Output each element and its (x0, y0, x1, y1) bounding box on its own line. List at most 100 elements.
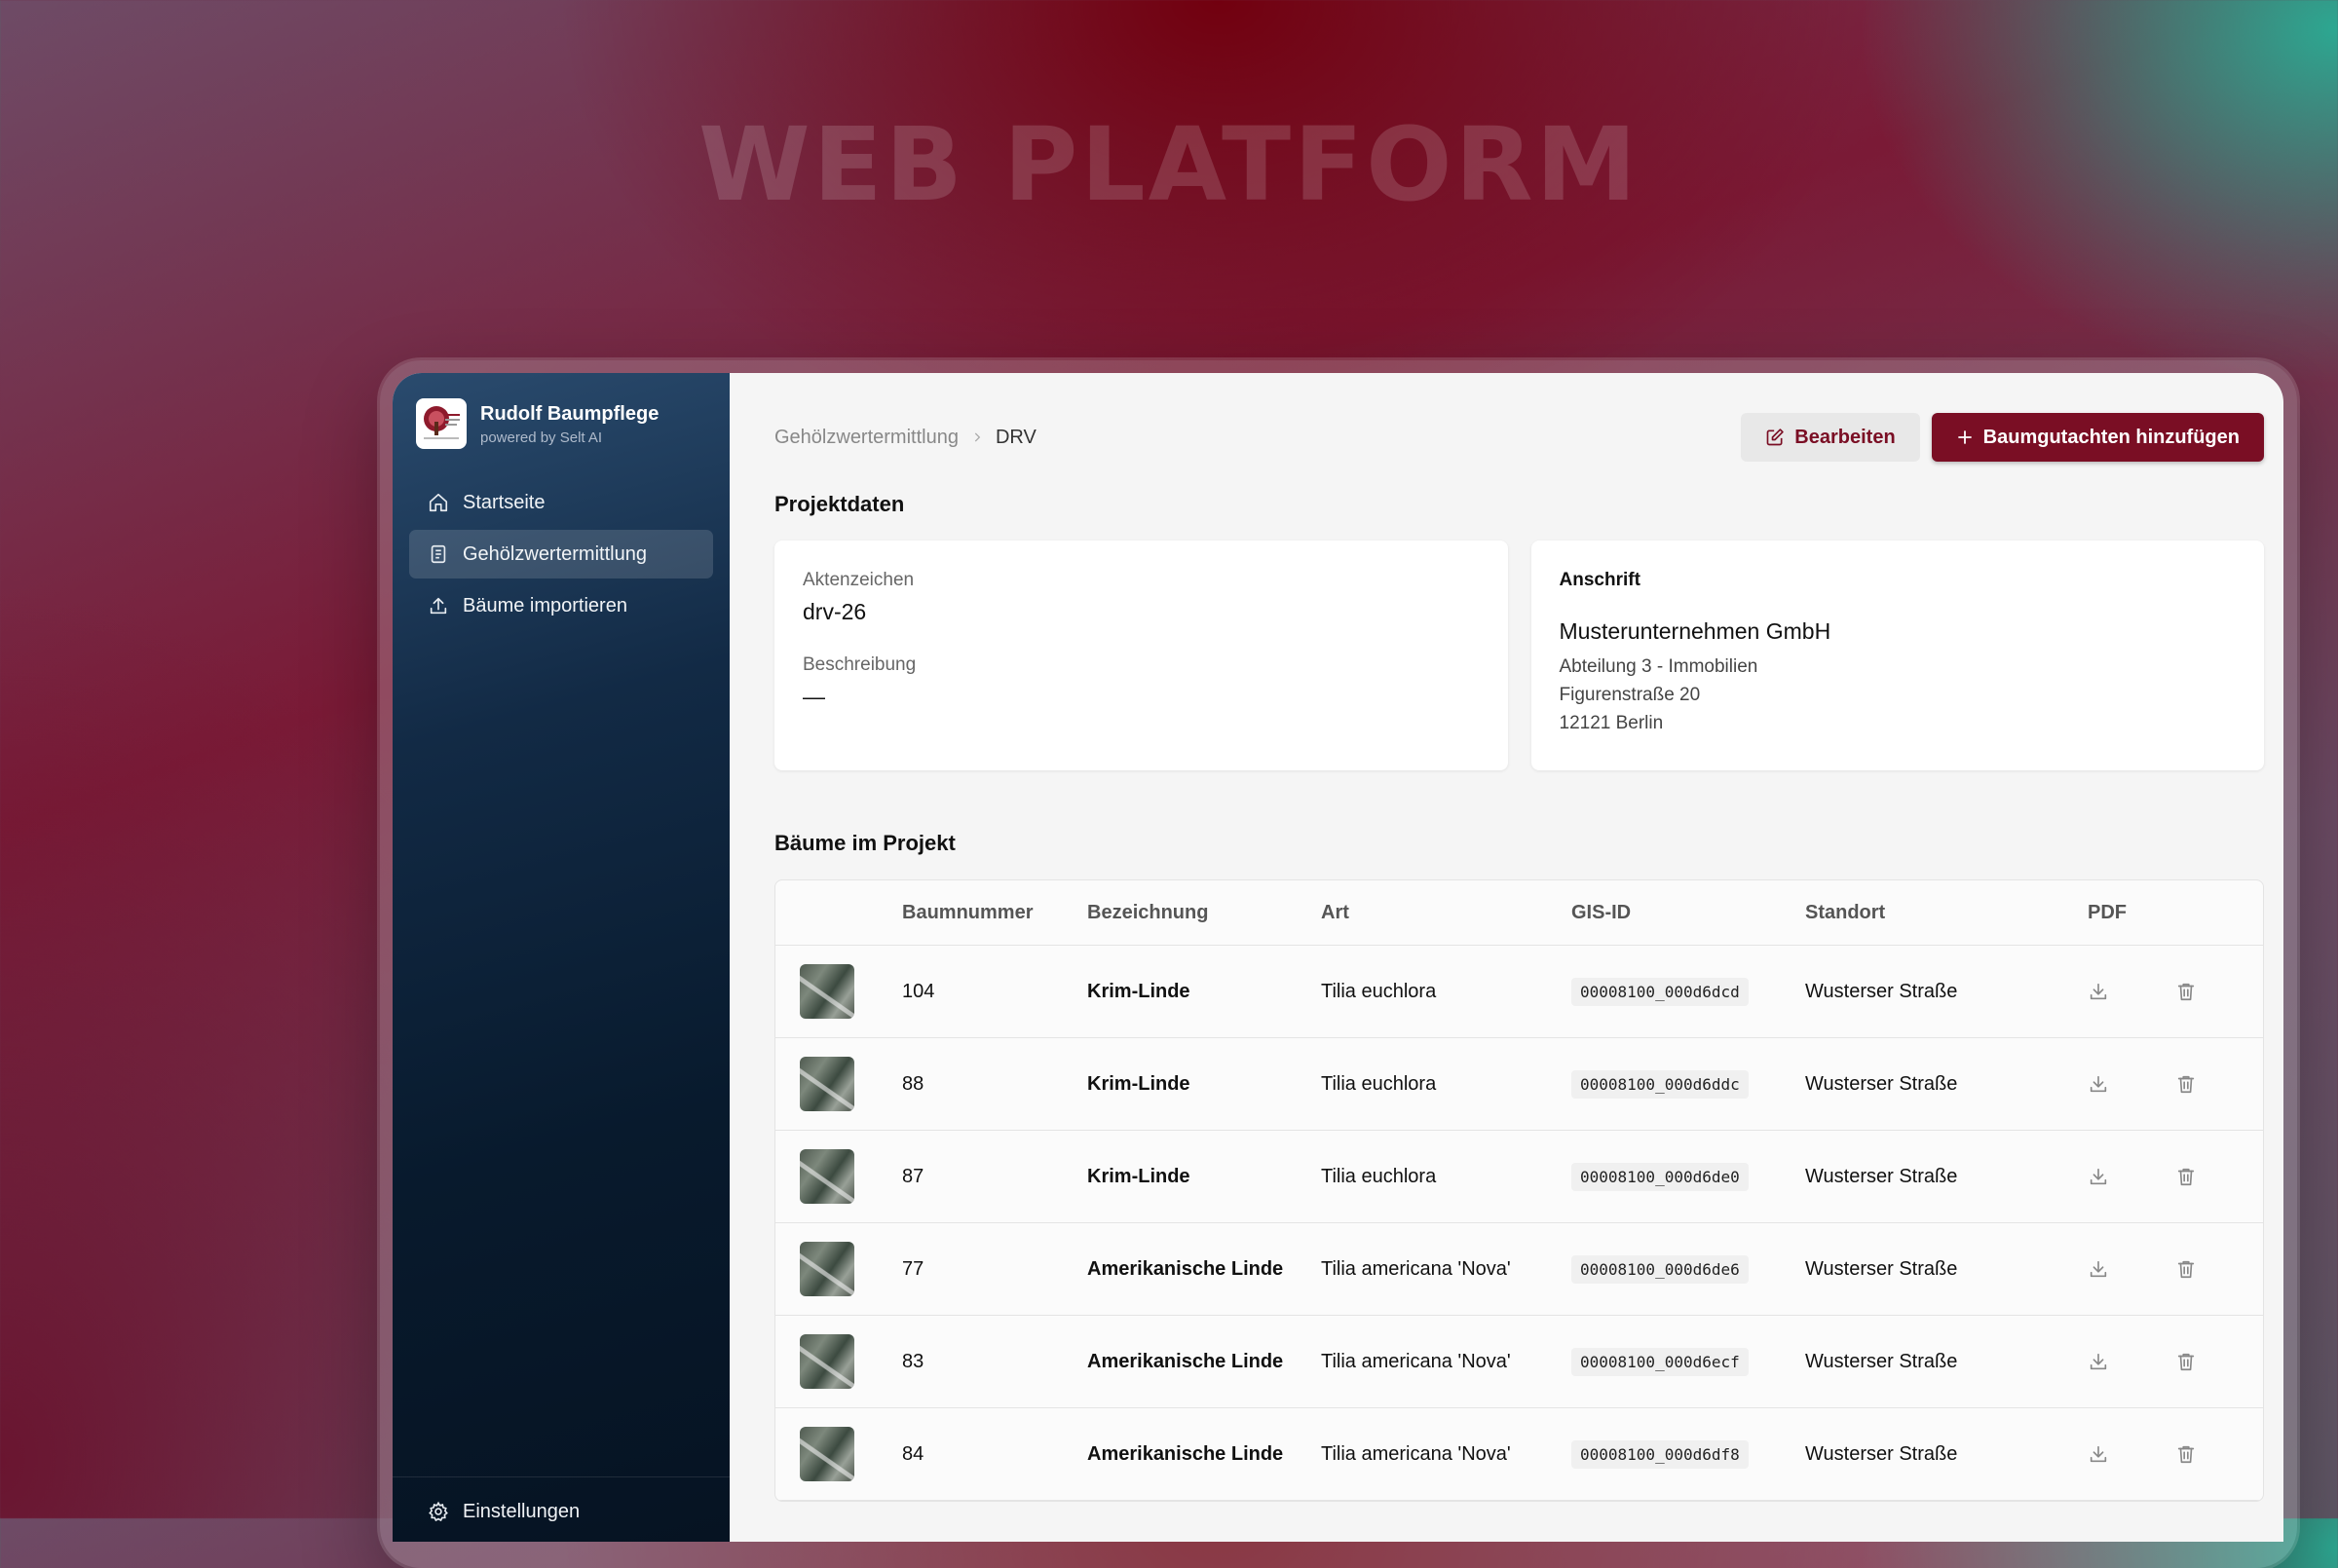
cell-art: Tilia euchlora (1321, 1165, 1437, 1187)
table-row[interactable]: 83 Amerikanische Linde Tilia americana '… (775, 1316, 2263, 1408)
project-info-card: Aktenzeichen drv-26 Beschreibung — (774, 541, 1508, 770)
cell-standort: Wusterser Straße (1805, 1442, 1958, 1465)
brand-subtitle: powered by Selt AI (480, 429, 603, 446)
cell-gis-id: 00008100_000d6de6 (1571, 1254, 1749, 1284)
address-card: Anschrift Musterunternehmen GmbH Abteilu… (1530, 541, 2264, 770)
clipboard-icon (428, 543, 449, 565)
address-line: 12121 Berlin (1559, 713, 1664, 733)
add-button-label: Baumgutachten hinzufügen (1982, 426, 2240, 448)
tree-aerial-thumbnail[interactable] (800, 1334, 854, 1389)
sidebar-item-baeume-importieren[interactable]: Bäume importieren (409, 581, 713, 630)
download-icon[interactable] (2088, 1351, 2109, 1372)
cell-bezeichnung: Krim-Linde (1087, 1072, 1190, 1095)
tree-aerial-thumbnail[interactable] (800, 1149, 854, 1204)
sidebar-item-einstellungen[interactable]: Einstellungen (409, 1487, 713, 1536)
table-row[interactable]: 104 Krim-Linde Tilia euchlora 00008100_0… (775, 946, 2263, 1038)
cell-bezeichnung: Krim-Linde (1087, 980, 1190, 1002)
trash-icon[interactable] (2175, 1073, 2197, 1095)
cell-art: Tilia americana 'Nova' (1321, 1350, 1511, 1372)
download-icon[interactable] (2088, 1166, 2109, 1187)
cell-standort: Wusterser Straße (1805, 1350, 1958, 1372)
trees-table: Baumnummer Bezeichnung Art GIS-ID Stando… (774, 879, 2264, 1502)
aktenzeichen-value: drv-26 (803, 599, 867, 624)
table-row[interactable]: 77 Amerikanische Linde Tilia americana '… (775, 1223, 2263, 1316)
sidebar: Rudolf Baumpflege powered by Selt AI Sta… (393, 373, 730, 1542)
table-row[interactable]: 87 Krim-Linde Tilia euchlora 00008100_00… (775, 1131, 2263, 1223)
topbar: Gehölzwertermittlung DRV Bearbeiten Baum… (774, 408, 2264, 467)
cell-bezeichnung: Krim-Linde (1087, 1165, 1190, 1187)
cell-baumnummer: 77 (902, 1257, 924, 1280)
breadcrumb-parent[interactable]: Gehölzwertermittlung (774, 427, 959, 449)
cell-standort: Wusterser Straße (1805, 1072, 1958, 1095)
home-icon (428, 492, 449, 513)
download-icon[interactable] (2088, 1443, 2109, 1465)
table-header: Baumnummer Bezeichnung Art GIS-ID Stando… (775, 880, 2263, 946)
address-company: Musterunternehmen GmbH (1559, 618, 1831, 644)
cell-art: Tilia americana 'Nova' (1321, 1442, 1511, 1465)
beschreibung-label: Beschreibung (803, 654, 917, 675)
tree-aerial-thumbnail[interactable] (800, 964, 854, 1019)
tree-aerial-thumbnail[interactable] (800, 1057, 854, 1111)
sidebar-item-startseite[interactable]: Startseite (409, 478, 713, 527)
breadcrumb: Gehölzwertermittlung DRV (774, 427, 1037, 449)
trash-icon[interactable] (2175, 1258, 2197, 1280)
trash-icon[interactable] (2175, 981, 2197, 1002)
cell-gis-id: 00008100_000d6de0 (1571, 1162, 1749, 1191)
cell-baumnummer: 88 (902, 1072, 924, 1095)
cell-art: Tilia euchlora (1321, 1072, 1437, 1095)
column-header[interactable]: Bezeichnung (1087, 902, 1321, 924)
download-icon[interactable] (2088, 1073, 2109, 1095)
column-header[interactable]: Standort (1805, 902, 2088, 924)
trash-icon[interactable] (2175, 1166, 2197, 1187)
toolbar: Bearbeiten Baumgutachten hinzufügen (1741, 413, 2264, 462)
brand[interactable]: Rudolf Baumpflege powered by Selt AI (393, 373, 730, 449)
gear-icon (428, 1501, 449, 1522)
tree-logo-icon (416, 398, 467, 449)
edit-button[interactable]: Bearbeiten (1741, 413, 1920, 462)
cell-art: Tilia americana 'Nova' (1321, 1257, 1511, 1280)
cell-standort: Wusterser Straße (1805, 1165, 1958, 1187)
cell-bezeichnung: Amerikanische Linde (1087, 1350, 1284, 1372)
sidebar-item-label: Bäume importieren (463, 594, 627, 616)
add-tree-report-button[interactable]: Baumgutachten hinzufügen (1931, 413, 2264, 462)
edit-button-label: Bearbeiten (1794, 426, 1896, 448)
plus-icon (1956, 429, 1974, 446)
table-row[interactable]: 88 Krim-Linde Tilia euchlora 00008100_00… (775, 1038, 2263, 1131)
download-icon[interactable] (2088, 1258, 2109, 1280)
tree-aerial-thumbnail[interactable] (800, 1427, 854, 1481)
hero-title: WEB PLATFORM (698, 105, 1640, 224)
address-line: Abteilung 3 - Immobilien (1559, 656, 1758, 677)
project-cards: Aktenzeichen drv-26 Beschreibung — Ansch… (774, 541, 2264, 770)
chevron-right-icon (970, 430, 984, 444)
table-row[interactable]: 84 Amerikanische Linde Tilia americana '… (775, 1408, 2263, 1501)
cell-bezeichnung: Amerikanische Linde (1087, 1442, 1284, 1465)
column-header[interactable]: Art (1321, 902, 1571, 924)
cell-baumnummer: 84 (902, 1442, 924, 1465)
sidebar-item-gehoelzwertermittlung[interactable]: Gehölzwertermittlung (409, 530, 713, 579)
cell-gis-id: 00008100_000d6ecf (1571, 1347, 1749, 1376)
trees-section-title: Bäume im Projekt (774, 831, 956, 855)
app-window: Rudolf Baumpflege powered by Selt AI Sta… (393, 373, 2283, 1542)
address-line: Figurenstraße 20 (1559, 685, 1701, 705)
trash-icon[interactable] (2175, 1351, 2197, 1372)
trash-icon[interactable] (2175, 1443, 2197, 1465)
aktenzeichen-label: Aktenzeichen (803, 570, 915, 590)
sidebar-nav: Startseite Gehölzwertermittlung Bäume im… (393, 449, 730, 630)
column-header[interactable]: GIS-ID (1571, 902, 1805, 924)
cell-art: Tilia euchlora (1321, 980, 1437, 1002)
column-header[interactable]: Baumnummer (902, 902, 1087, 924)
download-icon[interactable] (2088, 981, 2109, 1002)
cell-standort: Wusterser Straße (1805, 980, 1958, 1002)
column-header: PDF (2088, 901, 2127, 923)
cell-bezeichnung: Amerikanische Linde (1087, 1257, 1284, 1280)
sidebar-item-label: Gehölzwertermittlung (463, 542, 647, 565)
address-title: Anschrift (1559, 570, 1640, 590)
cell-standort: Wusterser Straße (1805, 1257, 1958, 1280)
edit-icon (1765, 428, 1785, 447)
sidebar-item-label: Startseite (463, 491, 546, 513)
tree-aerial-thumbnail[interactable] (800, 1242, 854, 1296)
sidebar-item-label: Einstellungen (463, 1500, 581, 1522)
cell-gis-id: 00008100_000d6df8 (1571, 1439, 1749, 1469)
sidebar-footer: Einstellungen (393, 1476, 730, 1542)
cell-gis-id: 00008100_000d6ddc (1571, 1069, 1749, 1099)
